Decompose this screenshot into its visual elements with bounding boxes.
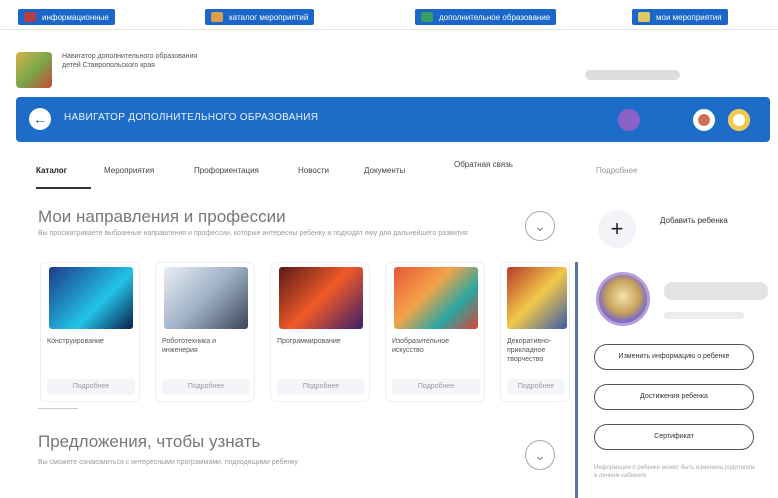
direction-card[interactable]: Декоративно-прикладное творчество Подроб… [500,262,570,402]
direction-card[interactable]: Робототехника и инженерия Подробнее [155,262,255,402]
settings-icon[interactable] [728,109,750,131]
chevron-down-icon[interactable]: ⌄ [525,440,555,470]
add-child-button[interactable]: + Добавить ребенка [598,210,758,248]
link-icon [211,12,223,22]
top-links-bar: информационные каталог мероприятий допол… [0,0,778,30]
tab-career[interactable]: Профориентация [194,166,259,175]
top-link-2[interactable]: каталог мероприятий [205,9,315,25]
section-subtitle: Вы сможете ознакомиться с интересными пр… [38,459,298,466]
top-link-label: мои мероприятия [656,12,722,22]
navbar-title: НАВИГАТОР ДОПОЛНИТЕЛЬНОГО ОБРАЗОВАНИЯ [64,112,319,123]
org-title: Навигатор дополнительного образования де… [62,53,198,69]
card-title: Робототехника и инженерия [162,338,216,354]
card-title: Декоративно-прикладное творчество [507,338,552,363]
direction-card[interactable]: Программирование Подробнее [270,262,370,402]
chevron-down-icon[interactable]: ⌄ [525,211,555,241]
top-link-1[interactable]: информационные [18,9,115,25]
card-tag[interactable]: Подробнее [392,379,480,395]
tab-events[interactable]: Мероприятия [104,166,154,175]
link-icon [24,12,36,22]
back-icon[interactable]: ← [29,108,51,130]
top-link-label: информационные [42,12,109,22]
card-title: Изобразительное искусство [392,338,450,354]
card-image [49,267,133,329]
tab-documents[interactable]: Документы [364,166,405,175]
card-title: Конструирование [47,338,104,345]
child-avatar[interactable] [596,272,650,326]
emblem-logo [16,52,52,88]
certificate-button[interactable]: Сертификат [594,424,754,450]
main-navbar: ← НАВИГАТОР ДОПОЛНИТЕЛЬНОГО ОБРАЗОВАНИЯ [16,97,770,142]
card-image [507,267,567,329]
section-subtitle: Вы просматриваете выбранные направления … [38,230,468,237]
achievements-button[interactable]: Достижения ребенка [594,384,754,410]
link-icon [421,12,433,22]
card-image [279,267,363,329]
card-tag[interactable]: Подробнее [507,379,565,395]
sidebar-divider [575,262,578,498]
card-image [164,267,248,329]
tab-news[interactable]: Новости [298,166,329,175]
card-image [394,267,478,329]
top-link-4[interactable]: мои мероприятия [632,9,728,25]
child-name-placeholder [664,282,768,300]
tab-more[interactable]: Подробнее [596,166,638,175]
top-link-3[interactable]: дополнительное образование [415,9,557,25]
section-title: Предложения, чтобы узнать [38,432,261,451]
card-tag[interactable]: Подробнее [277,379,365,395]
direction-card[interactable]: Изобразительное искусство Подробнее [385,262,485,402]
plus-icon: + [598,210,636,248]
section-title: Мои направления и профессии [38,207,286,226]
active-tab-indicator [36,187,91,189]
card-tag[interactable]: Подробнее [162,379,250,395]
org-header: Навигатор дополнительного образования де… [16,52,212,88]
add-child-label: Добавить ребенка [660,216,728,225]
link-icon [638,12,650,22]
card-title: Программирование [277,338,341,345]
user-name-placeholder[interactable] [585,70,680,80]
tab-catalog[interactable]: Каталог [36,166,67,175]
sidebar-note: Информация о ребенке может быть изменена… [594,465,755,479]
top-link-label: дополнительное образование [439,12,551,22]
edit-child-button[interactable]: Изменить информацию о ребенке [594,344,754,370]
direction-card[interactable]: Конструирование Подробнее [40,262,140,402]
tabs-row: Каталог Мероприятия Профориентация Новос… [36,158,778,188]
section-divider [38,408,78,409]
top-link-label: каталог мероприятий [229,12,309,22]
child-meta-placeholder [664,312,744,319]
tab-feedback[interactable]: Обратная связь [454,160,514,169]
notification-icon[interactable] [618,109,640,131]
card-tag[interactable]: Подробнее [47,379,135,395]
profile-icon[interactable] [693,109,715,131]
